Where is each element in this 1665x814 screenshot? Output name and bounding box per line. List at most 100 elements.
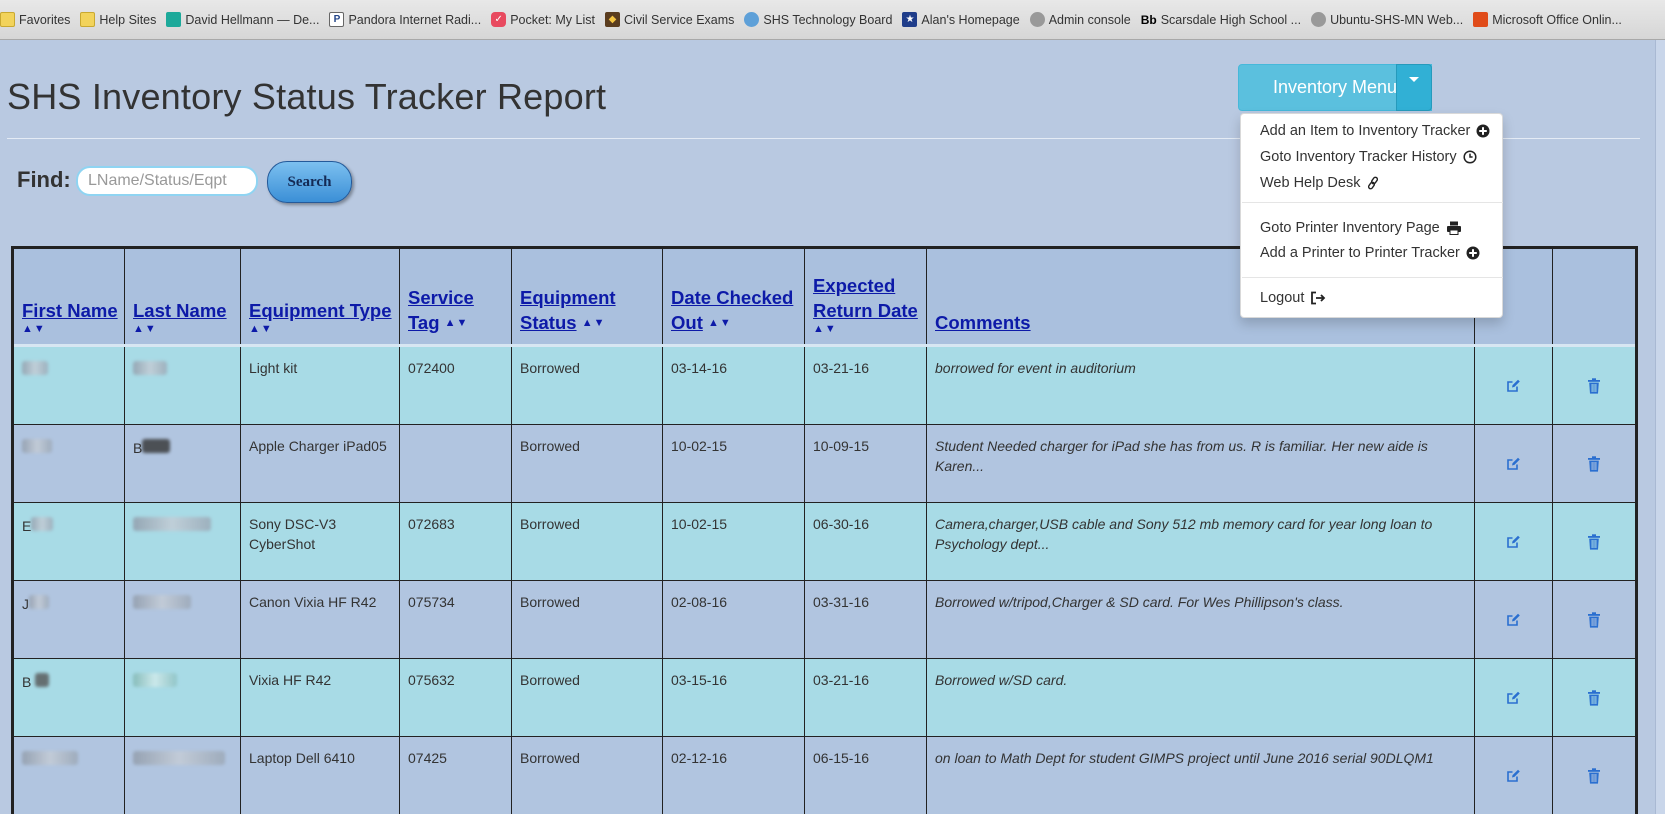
service-tag-cell: 075632 <box>400 659 512 736</box>
favorite-david-hellmann[interactable]: David Hellmann — De... <box>166 12 319 27</box>
edit-icon[interactable] <box>1475 737 1553 814</box>
favorites-folder-help-sites[interactable]: Help Sites <box>80 12 156 27</box>
pocket-icon: ✓ <box>491 12 507 27</box>
blackboard-icon: Bb <box>1140 12 1157 27</box>
sort-arrows-icon[interactable]: ▲▼ <box>22 323 124 335</box>
sort-arrows-icon[interactable]: ▲▼ <box>249 323 399 335</box>
plus-circle-icon <box>1466 246 1480 260</box>
favorite-civil-service[interactable]: ◆ Civil Service Exams <box>604 12 734 27</box>
first-name-cell <box>14 425 125 502</box>
redacted-name <box>35 673 50 687</box>
menu-divider <box>1242 202 1503 203</box>
favorite-scarsdale-high-school[interactable]: Bb Scarsdale High School ... <box>1141 12 1301 27</box>
site-icon <box>166 12 182 27</box>
date-checked-out-cell: 10-02-15 <box>663 503 805 580</box>
folder-icon <box>80 12 96 27</box>
date-checked-out-cell: 02-08-16 <box>663 581 805 658</box>
column-header-last-name[interactable]: Last Name ▲▼ <box>125 249 241 344</box>
sort-arrows-icon[interactable]: ▲▼ <box>133 323 240 335</box>
sort-arrows-icon[interactable]: ▲▼ <box>813 323 926 335</box>
equipment-status-cell: Borrowed <box>512 737 663 814</box>
last-name-cell <box>125 581 241 658</box>
equipment-type-cell: Apple Charger iPad05 <box>241 425 400 502</box>
search-button[interactable]: Search <box>267 161 352 203</box>
gear-icon <box>1311 12 1327 27</box>
favorites-bar: Favorites Help Sites David Hellmann — De… <box>0 0 1665 40</box>
expected-return-date-cell: 10-09-15 <box>805 425 927 502</box>
equipment-type-cell: Light kit <box>241 347 400 424</box>
column-header-delete <box>1553 249 1635 344</box>
inventory-menu-toggle[interactable] <box>1396 64 1432 111</box>
edit-icon[interactable] <box>1475 503 1553 580</box>
link-icon <box>1366 176 1380 190</box>
folder-icon <box>0 12 15 27</box>
trash-icon[interactable] <box>1553 425 1635 502</box>
table-row: Laptop Dell 6410 07425 Borrowed 02-12-16… <box>14 737 1635 814</box>
favorite-alans-homepage[interactable]: ★ Alan's Homepage <box>902 12 1020 27</box>
trash-icon[interactable] <box>1553 737 1635 814</box>
trash-icon[interactable] <box>1553 347 1635 424</box>
office-icon <box>1473 12 1489 27</box>
plus-circle-icon <box>1476 124 1490 138</box>
menu-item-add-item[interactable]: Add an Item to Inventory Tracker <box>1260 123 1490 139</box>
comments-cell: Camera,charger,USB cable and Sony 512 mb… <box>927 503 1475 580</box>
menu-item-tracker-history[interactable]: Goto Inventory Tracker History <box>1260 149 1477 165</box>
sort-arrows-icon[interactable]: ▲▼ <box>445 317 469 329</box>
redacted-name <box>133 673 177 687</box>
page-scrollbar[interactable] <box>1655 40 1665 814</box>
equipment-status-cell: Borrowed <box>512 503 663 580</box>
trash-icon[interactable] <box>1553 581 1635 658</box>
find-label: Find: <box>17 167 71 192</box>
equipment-type-cell: Vixia HF R42 <box>241 659 400 736</box>
sort-arrows-icon[interactable]: ▲▼ <box>582 317 606 329</box>
comments-cell: Student Needed charger for iPad she has … <box>927 425 1475 502</box>
search-input[interactable] <box>76 166 258 196</box>
sort-arrows-icon[interactable]: ▲▼ <box>708 317 732 329</box>
favorite-pandora[interactable]: P Pandora Internet Radi... <box>329 12 481 27</box>
column-header-date-checked-out[interactable]: Date Checked Out ▲▼ <box>663 249 805 344</box>
table-row: E Sony DSC-V3 CyberShot 072683 Borrowed … <box>14 503 1635 581</box>
logout-icon <box>1310 291 1326 305</box>
column-header-service-tag[interactable]: Service Tag ▲▼ <box>400 249 512 344</box>
favorite-admin-console[interactable]: Admin console <box>1029 12 1131 27</box>
comments-cell: Borrowed w/SD card. <box>927 659 1475 736</box>
equipment-type-cell: Canon Vixia HF R42 <box>241 581 400 658</box>
globe-icon <box>744 12 760 27</box>
menu-item-printer-inventory[interactable]: Goto Printer Inventory Page <box>1260 220 1462 236</box>
menu-item-add-printer[interactable]: Add a Printer to Printer Tracker <box>1260 245 1480 261</box>
expected-return-date-cell: 03-31-16 <box>805 581 927 658</box>
edit-icon[interactable] <box>1475 347 1553 424</box>
column-header-expected-return-date[interactable]: Expected Return Date ▲▼ <box>805 249 927 344</box>
service-tag-cell: 072400 <box>400 347 512 424</box>
menu-item-web-help-desk[interactable]: Web Help Desk <box>1260 175 1380 191</box>
pandora-icon: P <box>329 12 345 27</box>
service-tag-cell: 072683 <box>400 503 512 580</box>
edit-icon[interactable] <box>1475 659 1553 736</box>
expected-return-date-cell: 06-30-16 <box>805 503 927 580</box>
edit-icon[interactable] <box>1475 581 1553 658</box>
redacted-name <box>142 439 171 453</box>
table-row: Light kit 072400 Borrowed 03-14-16 03-21… <box>14 347 1635 425</box>
column-header-equipment-status[interactable]: Equipment Status ▲▼ <box>512 249 663 344</box>
menu-item-logout[interactable]: Logout <box>1260 290 1326 306</box>
favorite-ubuntu-web[interactable]: Ubuntu-SHS-MN Web... <box>1311 12 1463 27</box>
favorite-microsoft-office[interactable]: Microsoft Office Onlin... <box>1473 12 1622 27</box>
table-row: J Canon Vixia HF R42 075734 Borrowed 02-… <box>14 581 1635 659</box>
edit-icon[interactable] <box>1475 425 1553 502</box>
table-row: B Apple Charger iPad05 Borrowed 10-02-15… <box>14 425 1635 503</box>
clock-icon <box>1463 150 1477 164</box>
column-header-equipment-type[interactable]: Equipment Type ▲▼ <box>241 249 400 344</box>
equipment-type-cell: Laptop Dell 6410 <box>241 737 400 814</box>
date-checked-out-cell: 03-15-16 <box>663 659 805 736</box>
first-name-cell: E <box>14 503 125 580</box>
favorites-item[interactable]: Favorites <box>0 12 70 27</box>
date-checked-out-cell: 03-14-16 <box>663 347 805 424</box>
trash-icon[interactable] <box>1553 503 1635 580</box>
trash-icon[interactable] <box>1553 659 1635 736</box>
service-tag-cell <box>400 425 512 502</box>
printer-icon <box>1446 221 1462 235</box>
first-name-cell: J <box>14 581 125 658</box>
favorite-pocket[interactable]: ✓ Pocket: My List <box>491 12 595 27</box>
favorite-shs-technology-board[interactable]: SHS Technology Board <box>744 12 892 27</box>
column-header-first-name[interactable]: First Name ▲▼ <box>14 249 125 344</box>
